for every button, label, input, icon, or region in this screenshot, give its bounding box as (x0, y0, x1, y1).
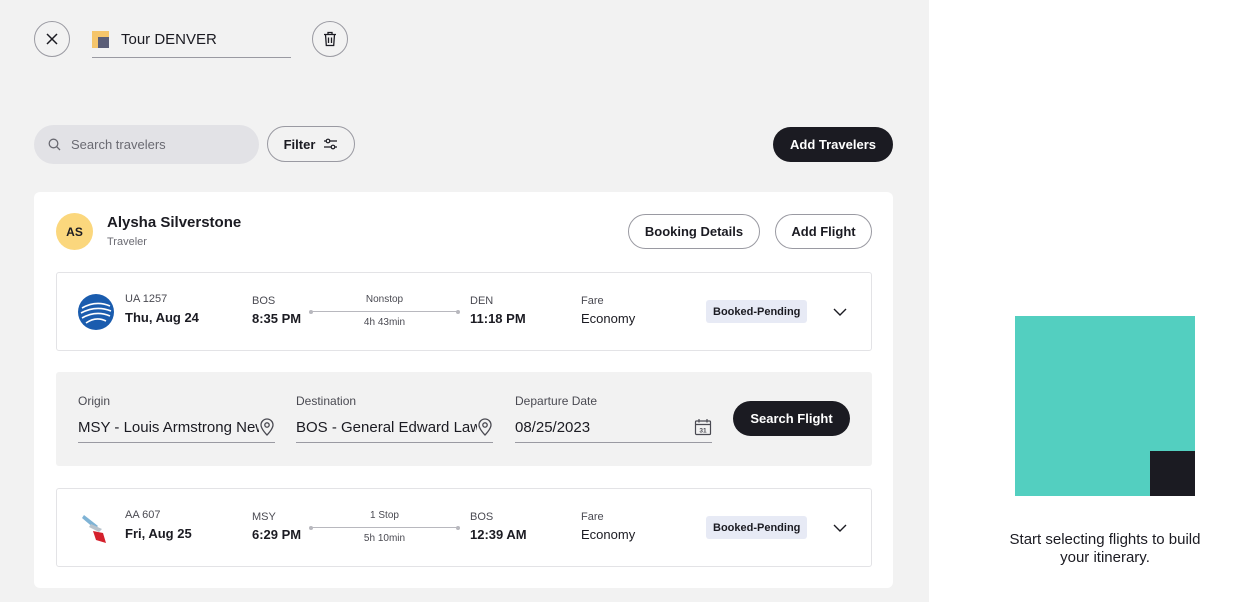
fare-label: Fare (581, 511, 604, 523)
destination-field[interactable]: BOS - General Edward Lawrence Logan (296, 412, 493, 443)
chevron-down-icon[interactable] (832, 520, 848, 536)
trip-name-field[interactable]: Tour DENVER (92, 22, 291, 58)
departure-airport: MSY (252, 511, 276, 523)
arrival-time: 12:39 AM (470, 527, 527, 542)
traveler-card: AS Alysha Silverstone Traveler Booking D… (34, 192, 893, 588)
itinerary-panel: Start selecting flights to build your it… (929, 0, 1234, 602)
add-flight-button[interactable]: Add Flight (775, 214, 872, 249)
calendar-day: 31 (699, 428, 707, 435)
filter-button[interactable]: Filter (267, 126, 355, 162)
avatar: AS (56, 213, 93, 250)
illustration-dark-square (1150, 451, 1195, 496)
route-line (309, 309, 460, 314)
sliders-icon (324, 138, 338, 150)
duration-label: 4h 43min (363, 317, 406, 328)
fare-label: Fare (581, 295, 604, 307)
flight-search-panel: Origin MSY - Louis Armstrong New Orleans… (56, 372, 872, 466)
empty-itinerary-message: Start selecting flights to build your it… (1009, 531, 1201, 566)
arrival-airport: DEN (470, 295, 494, 307)
origin-value: MSY - Louis Armstrong New Orleans (78, 418, 259, 436)
duration-label: 5h 10min (363, 533, 406, 544)
traveler-role: Traveler (107, 236, 147, 248)
flight-date: Fri, Aug 25 (125, 526, 192, 541)
american-airlines-logo (82, 515, 106, 543)
departure-date-value: 08/25/2023 (515, 418, 591, 436)
fare-value: Economy (581, 311, 636, 326)
departure-airport: BOS (252, 295, 276, 307)
stops-label: Nonstop (365, 294, 404, 305)
search-flight-button[interactable]: Search Flight (733, 401, 850, 436)
filter-label: Filter (283, 136, 316, 152)
search-icon (48, 138, 61, 151)
destination-label: Destination (296, 394, 357, 408)
origin-field[interactable]: MSY - Louis Armstrong New Orleans (78, 412, 275, 443)
departure-time: 6:29 PM (252, 527, 302, 542)
add-travelers-button[interactable]: Add Travelers (773, 127, 893, 162)
flight-row[interactable]: AA 607 Fri, Aug 25 MSY 6:29 PM 1 Stop 5h… (56, 488, 872, 567)
search-travelers-input[interactable]: Search travelers (34, 125, 259, 164)
trip-name: Tour DENVER (121, 31, 217, 48)
flight-code: UA 1257 (125, 293, 168, 305)
status-badge: Booked-Pending (706, 300, 808, 323)
status-badge: Booked-Pending (706, 516, 808, 539)
empty-itinerary-illustration (1015, 316, 1195, 496)
arrival-airport: BOS (470, 511, 494, 523)
destination-value: BOS - General Edward Lawrence Logan (296, 418, 477, 436)
departure-date-label: Departure Date (515, 394, 598, 408)
location-pin-icon (260, 418, 274, 436)
close-icon (46, 33, 58, 45)
close-button[interactable] (34, 21, 70, 57)
stops-label: 1 Stop (370, 510, 399, 521)
delete-trip-button[interactable] (312, 21, 348, 57)
calendar-icon[interactable]: 31 (694, 418, 712, 436)
route-line (309, 525, 460, 530)
traveler-name: Alysha Silverstone (107, 214, 242, 231)
trash-icon (324, 31, 336, 47)
traveler-panel: Tour DENVER Search travelers Filter Add … (0, 0, 929, 602)
arrival-time: 11:18 PM (470, 311, 526, 326)
location-pin-icon (478, 418, 492, 436)
flight-row[interactable]: UA 1257 Thu, Aug 24 BOS 8:35 PM Nonstop … (56, 272, 872, 351)
flight-date: Thu, Aug 24 (125, 310, 199, 325)
search-placeholder: Search travelers (71, 137, 166, 152)
departure-date-field[interactable]: 08/25/2023 31 (515, 412, 712, 443)
departure-time: 8:35 PM (252, 311, 302, 326)
trip-logo (92, 31, 109, 48)
fare-value: Economy (581, 527, 636, 542)
booking-details-button[interactable]: Booking Details (628, 214, 760, 249)
united-airlines-logo (78, 294, 114, 330)
chevron-down-icon[interactable] (832, 304, 848, 320)
origin-label: Origin (78, 394, 111, 408)
flight-code: AA 607 (125, 509, 161, 521)
